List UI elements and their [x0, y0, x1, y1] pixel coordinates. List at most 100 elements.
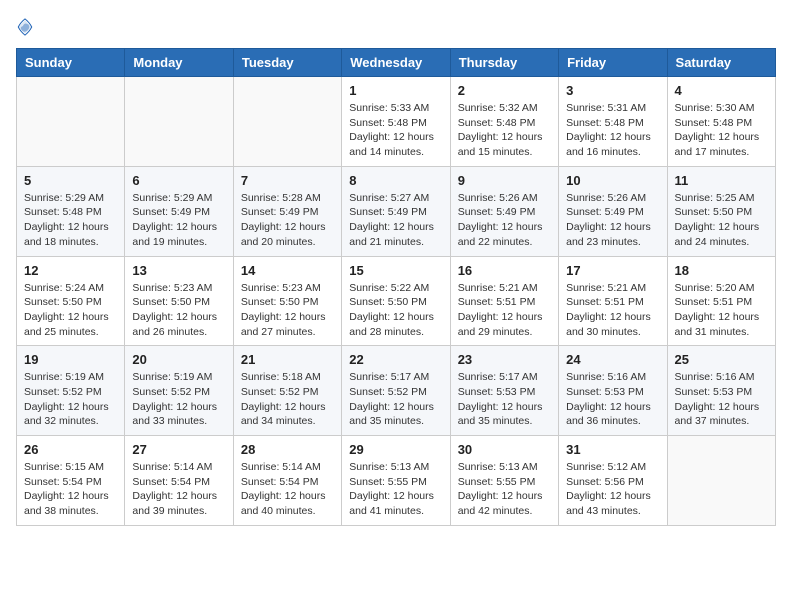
day-info: Sunrise: 5:32 AM Sunset: 5:48 PM Dayligh…: [458, 101, 551, 160]
day-info: Sunrise: 5:33 AM Sunset: 5:48 PM Dayligh…: [349, 101, 442, 160]
day-info: Sunrise: 5:16 AM Sunset: 5:53 PM Dayligh…: [675, 370, 768, 429]
day-number: 23: [458, 352, 551, 367]
day-number: 25: [675, 352, 768, 367]
calendar-cell: 29 Sunrise: 5:13 AM Sunset: 5:55 PM Dayli…: [342, 436, 450, 526]
calendar-cell: 25 Sunrise: 5:16 AM Sunset: 5:53 PM Dayli…: [667, 346, 775, 436]
calendar-cell: [125, 77, 233, 167]
calendar-cell: 6 Sunrise: 5:29 AM Sunset: 5:49 PM Daylig…: [125, 166, 233, 256]
day-number: 21: [241, 352, 334, 367]
day-number: 7: [241, 173, 334, 188]
day-number: 22: [349, 352, 442, 367]
day-info: Sunrise: 5:12 AM Sunset: 5:56 PM Dayligh…: [566, 460, 659, 519]
day-number: 16: [458, 263, 551, 278]
calendar-cell: [667, 436, 775, 526]
calendar-cell: 28Sunrise: 5:14 AM Sunset: 5:54 PM Dayli…: [233, 436, 341, 526]
weekday-header: Saturday: [667, 49, 775, 77]
weekday-header: Tuesday: [233, 49, 341, 77]
day-info: Sunrise: 5:13 AM Sunset: 5:55 PM Dayligh…: [349, 460, 442, 519]
weekday-header: Thursday: [450, 49, 558, 77]
day-number: 20: [132, 352, 225, 367]
day-number: 27: [132, 442, 225, 457]
day-number: 6: [132, 173, 225, 188]
calendar-cell: 3 Sunrise: 5:31 AM Sunset: 5:48 PM Daylig…: [559, 77, 667, 167]
day-info: Sunrise: 5:15 AM Sunset: 5:54 PM Dayligh…: [24, 460, 117, 519]
day-info: Sunrise: 5:21 AM Sunset: 5:51 PM Dayligh…: [566, 281, 659, 340]
logo: [16, 16, 38, 36]
day-info: Sunrise: 5:24 AM Sunset: 5:50 PM Dayligh…: [24, 281, 117, 340]
calendar-week-row: 19Sunrise: 5:19 AM Sunset: 5:52 PM Dayli…: [17, 346, 776, 436]
day-info: Sunrise: 5:22 AM Sunset: 5:50 PM Dayligh…: [349, 281, 442, 340]
day-info: Sunrise: 5:27 AM Sunset: 5:49 PM Dayligh…: [349, 191, 442, 250]
day-number: 8: [349, 173, 442, 188]
day-number: 31: [566, 442, 659, 457]
day-number: 11: [675, 173, 768, 188]
day-info: Sunrise: 5:26 AM Sunset: 5:49 PM Dayligh…: [458, 191, 551, 250]
day-number: 29: [349, 442, 442, 457]
calendar-cell: 27 Sunrise: 5:14 AM Sunset: 5:54 PM Dayli…: [125, 436, 233, 526]
day-number: 24: [566, 352, 659, 367]
calendar-cell: 7 Sunrise: 5:28 AM Sunset: 5:49 PM Daylig…: [233, 166, 341, 256]
calendar-cell: 15 Sunrise: 5:22 AM Sunset: 5:50 PM Dayli…: [342, 256, 450, 346]
day-info: Sunrise: 5:13 AM Sunset: 5:55 PM Dayligh…: [458, 460, 551, 519]
day-info: Sunrise: 5:28 AM Sunset: 5:49 PM Dayligh…: [241, 191, 334, 250]
calendar-week-row: 26 Sunrise: 5:15 AM Sunset: 5:54 PM Dayli…: [17, 436, 776, 526]
day-number: 18: [675, 263, 768, 278]
calendar-week-row: 1 Sunrise: 5:33 AM Sunset: 5:48 PM Daylig…: [17, 77, 776, 167]
calendar-cell: 26 Sunrise: 5:15 AM Sunset: 5:54 PM Dayli…: [17, 436, 125, 526]
calendar-week-row: 12Sunrise: 5:24 AM Sunset: 5:50 PM Dayli…: [17, 256, 776, 346]
calendar-cell: 19Sunrise: 5:19 AM Sunset: 5:52 PM Dayli…: [17, 346, 125, 436]
day-info: Sunrise: 5:16 AM Sunset: 5:53 PM Dayligh…: [566, 370, 659, 429]
weekday-header: Wednesday: [342, 49, 450, 77]
day-info: Sunrise: 5:26 AM Sunset: 5:49 PM Dayligh…: [566, 191, 659, 250]
day-info: Sunrise: 5:29 AM Sunset: 5:48 PM Dayligh…: [24, 191, 117, 250]
day-info: Sunrise: 5:14 AM Sunset: 5:54 PM Dayligh…: [132, 460, 225, 519]
calendar-cell: [17, 77, 125, 167]
calendar-table: SundayMondayTuesdayWednesdayThursdayFrid…: [16, 48, 776, 526]
day-info: Sunrise: 5:19 AM Sunset: 5:52 PM Dayligh…: [24, 370, 117, 429]
weekday-header: Monday: [125, 49, 233, 77]
calendar-cell: 12Sunrise: 5:24 AM Sunset: 5:50 PM Dayli…: [17, 256, 125, 346]
day-info: Sunrise: 5:30 AM Sunset: 5:48 PM Dayligh…: [675, 101, 768, 160]
day-info: Sunrise: 5:18 AM Sunset: 5:52 PM Dayligh…: [241, 370, 334, 429]
page-header: [16, 16, 776, 36]
calendar-cell: 22 Sunrise: 5:17 AM Sunset: 5:52 PM Dayli…: [342, 346, 450, 436]
day-info: Sunrise: 5:20 AM Sunset: 5:51 PM Dayligh…: [675, 281, 768, 340]
day-info: Sunrise: 5:29 AM Sunset: 5:49 PM Dayligh…: [132, 191, 225, 250]
logo-icon: [16, 18, 34, 36]
day-info: Sunrise: 5:23 AM Sunset: 5:50 PM Dayligh…: [132, 281, 225, 340]
day-info: Sunrise: 5:31 AM Sunset: 5:48 PM Dayligh…: [566, 101, 659, 160]
calendar-cell: 1 Sunrise: 5:33 AM Sunset: 5:48 PM Daylig…: [342, 77, 450, 167]
calendar-cell: 24 Sunrise: 5:16 AM Sunset: 5:53 PM Dayli…: [559, 346, 667, 436]
day-number: 5: [24, 173, 117, 188]
day-info: Sunrise: 5:19 AM Sunset: 5:52 PM Dayligh…: [132, 370, 225, 429]
calendar-cell: 9 Sunrise: 5:26 AM Sunset: 5:49 PM Daylig…: [450, 166, 558, 256]
day-info: Sunrise: 5:23 AM Sunset: 5:50 PM Dayligh…: [241, 281, 334, 340]
day-number: 30: [458, 442, 551, 457]
weekday-header: Sunday: [17, 49, 125, 77]
weekday-header: Friday: [559, 49, 667, 77]
day-number: 2: [458, 83, 551, 98]
day-info: Sunrise: 5:25 AM Sunset: 5:50 PM Dayligh…: [675, 191, 768, 250]
day-number: 15: [349, 263, 442, 278]
calendar-cell: 8 Sunrise: 5:27 AM Sunset: 5:49 PM Daylig…: [342, 166, 450, 256]
calendar-cell: 5 Sunrise: 5:29 AM Sunset: 5:48 PM Daylig…: [17, 166, 125, 256]
day-number: 9: [458, 173, 551, 188]
day-number: 3: [566, 83, 659, 98]
calendar-cell: 10 Sunrise: 5:26 AM Sunset: 5:49 PM Dayli…: [559, 166, 667, 256]
day-number: 4: [675, 83, 768, 98]
day-number: 17: [566, 263, 659, 278]
weekday-header-row: SundayMondayTuesdayWednesdayThursdayFrid…: [17, 49, 776, 77]
day-number: 10: [566, 173, 659, 188]
day-info: Sunrise: 5:17 AM Sunset: 5:52 PM Dayligh…: [349, 370, 442, 429]
day-number: 26: [24, 442, 117, 457]
calendar-cell: 16Sunrise: 5:21 AM Sunset: 5:51 PM Dayli…: [450, 256, 558, 346]
calendar-cell: 11 Sunrise: 5:25 AM Sunset: 5:50 PM Dayli…: [667, 166, 775, 256]
day-info: Sunrise: 5:14 AM Sunset: 5:54 PM Dayligh…: [241, 460, 334, 519]
calendar-cell: 21 Sunrise: 5:18 AM Sunset: 5:52 PM Dayli…: [233, 346, 341, 436]
calendar-cell: 31 Sunrise: 5:12 AM Sunset: 5:56 PM Dayli…: [559, 436, 667, 526]
calendar-cell: [233, 77, 341, 167]
calendar-cell: 30 Sunrise: 5:13 AM Sunset: 5:55 PM Dayli…: [450, 436, 558, 526]
day-info: Sunrise: 5:17 AM Sunset: 5:53 PM Dayligh…: [458, 370, 551, 429]
day-number: 13: [132, 263, 225, 278]
day-number: 1: [349, 83, 442, 98]
